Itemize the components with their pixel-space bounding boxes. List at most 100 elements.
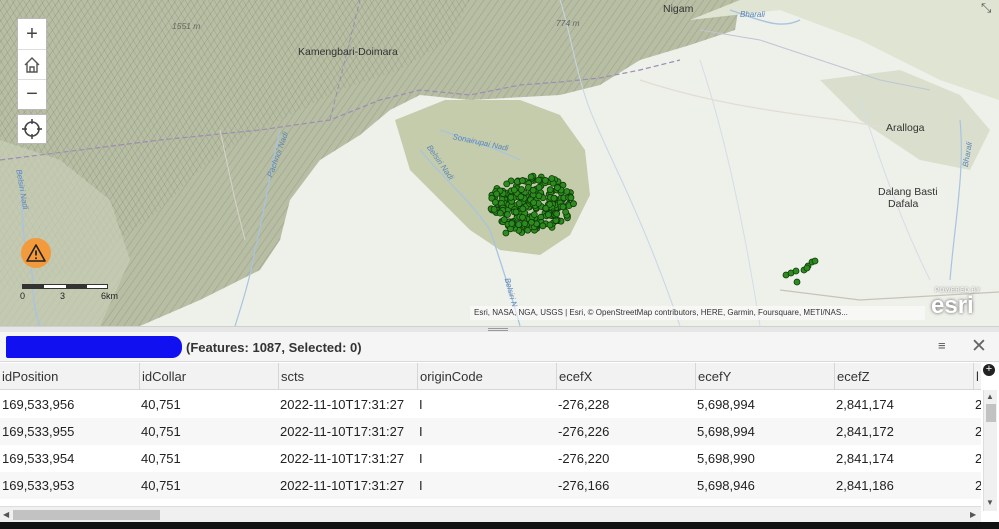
add-column-icon[interactable]: + [983, 364, 995, 376]
column-header-next[interactable]: l [973, 363, 981, 390]
gps-point[interactable] [518, 186, 525, 193]
gps-point[interactable] [530, 211, 538, 219]
gps-point[interactable] [793, 278, 801, 286]
gps-point[interactable] [515, 200, 523, 207]
gps-point[interactable] [512, 208, 520, 216]
gps-point[interactable] [519, 213, 526, 221]
gps-point[interactable] [535, 192, 543, 200]
cell: I [419, 397, 423, 412]
menu-icon[interactable]: ≡ [938, 338, 946, 353]
gps-point[interactable] [491, 198, 499, 206]
scroll-up-icon[interactable]: ▲ [986, 392, 994, 401]
zoom-out-button[interactable]: − [18, 79, 46, 109]
table-title: (Features: 1087, Selected: 0) [186, 340, 362, 355]
gps-point[interactable] [811, 257, 819, 265]
cell: 2,841,174 [836, 451, 894, 466]
map-attribution[interactable]: Esri, NASA, NGA, USGS | Esri, © OpenStre… [470, 306, 925, 320]
gps-point[interactable] [570, 200, 577, 208]
gps-point[interactable] [507, 193, 515, 201]
gps-point[interactable] [528, 218, 535, 226]
gps-point[interactable] [515, 221, 523, 228]
gps-point[interactable] [519, 205, 527, 213]
close-icon[interactable]: ✕ [971, 335, 987, 358]
gps-point[interactable] [508, 220, 516, 227]
table-row[interactable]: 169,533,955 40,751 2022-11-10T17:31:27 I… [0, 418, 981, 445]
cell: 5,698,946 [697, 478, 755, 493]
warning-button[interactable] [21, 238, 51, 268]
gps-point[interactable] [546, 186, 554, 194]
zoom-control: + − [17, 18, 47, 110]
gps-point[interactable] [546, 221, 554, 229]
table-row[interactable]: 169,533,954 40,751 2022-11-10T17:31:27 I… [0, 445, 981, 472]
map-view[interactable]: Nigam Kamengbari-Doimara Aralloga Dalang… [0, 0, 999, 326]
expand-icon[interactable]: ⤡ [981, 0, 999, 15]
gps-point[interactable] [553, 210, 561, 218]
scroll-down-icon[interactable]: ▼ [986, 498, 994, 507]
gps-point[interactable] [510, 186, 518, 194]
scale-bar: 0 3 6km [20, 284, 132, 304]
column-header-idcollar[interactable]: idCollar [139, 363, 278, 390]
app-root: Nigam Kamengbari-Doimara Aralloga Dalang… [0, 0, 999, 529]
gps-point[interactable] [496, 209, 504, 217]
column-header-origincode[interactable]: originCode [417, 363, 556, 390]
gps-point[interactable] [803, 264, 811, 272]
cell: 2 [975, 424, 981, 439]
gps-point[interactable] [545, 211, 552, 219]
gps-point[interactable] [542, 176, 549, 184]
table-row[interactable]: 169,533,956 40,751 2022-11-10T17:31:27 I… [0, 391, 981, 418]
gps-point[interactable] [535, 183, 543, 191]
place-label-nigam: Nigam [663, 3, 694, 15]
locate-button[interactable] [17, 114, 47, 144]
column-header-ecefx[interactable]: ecefX [556, 363, 695, 390]
column-header-idposition[interactable]: idPosition [0, 363, 139, 390]
column-header-ecefy[interactable]: ecefY [695, 363, 834, 390]
gps-point[interactable] [539, 222, 547, 230]
gps-point[interactable] [550, 194, 558, 202]
splitter-grip-icon[interactable] [488, 328, 508, 331]
table-header-bar: (Features: 1087, Selected: 0) ≡ ✕ [0, 332, 999, 362]
gps-point[interactable] [554, 184, 561, 192]
gps-point[interactable] [529, 186, 537, 194]
vertical-scroll-thumb[interactable] [986, 404, 996, 422]
gps-point[interactable] [493, 190, 501, 198]
gps-point[interactable] [535, 176, 542, 184]
vertical-scrollbar[interactable]: ▲ ▼ [983, 390, 997, 511]
home-button[interactable] [18, 49, 46, 79]
gps-point[interactable] [503, 180, 511, 188]
table-row[interactable]: 169,533,953 40,751 2022-11-10T17:31:27 I… [0, 472, 981, 499]
attribute-grid: idPosition idCollar scts originCode ecef… [0, 363, 981, 506]
horizontal-scroll-thumb[interactable] [13, 510, 160, 520]
scale-label: 0 [20, 291, 26, 301]
gps-point[interactable] [559, 203, 567, 211]
scale-label: 3 [60, 291, 66, 301]
gps-point[interactable] [519, 177, 526, 185]
esri-logo-text: esri [931, 292, 974, 319]
gps-points-layer[interactable] [0, 0, 999, 326]
horizontal-scrollbar[interactable]: ◀ ▶ [0, 506, 981, 522]
cell: 40,751 [141, 424, 181, 439]
gps-point[interactable] [792, 267, 800, 275]
cell: 169,533,956 [2, 397, 75, 412]
place-label-kamengbari-doimara: Kamengbari-Doimara [298, 46, 398, 58]
column-header-row: idPosition idCollar scts originCode ecef… [0, 363, 981, 390]
scroll-left-icon[interactable]: ◀ [3, 510, 9, 519]
place-label-dafala: Dafala [888, 198, 919, 210]
gps-point[interactable] [517, 193, 525, 201]
cell: I [419, 478, 423, 493]
cell: 40,751 [141, 397, 181, 412]
gps-point[interactable] [548, 175, 556, 182]
gps-point[interactable] [567, 194, 575, 202]
zoom-in-button[interactable]: + [18, 19, 46, 49]
gps-point[interactable] [546, 200, 554, 208]
gps-point[interactable] [530, 199, 538, 207]
gps-point[interactable] [524, 226, 532, 234]
column-header-ecefz[interactable]: ecefZ [834, 363, 973, 390]
gps-point[interactable] [521, 220, 529, 228]
gps-point[interactable] [490, 205, 498, 213]
scroll-right-icon[interactable]: ▶ [970, 510, 976, 519]
column-header-scts[interactable]: scts [278, 363, 417, 390]
cell: 5,698,990 [697, 451, 755, 466]
cell: I [419, 424, 423, 439]
gps-point[interactable] [527, 173, 535, 181]
cell: 40,751 [141, 478, 181, 493]
